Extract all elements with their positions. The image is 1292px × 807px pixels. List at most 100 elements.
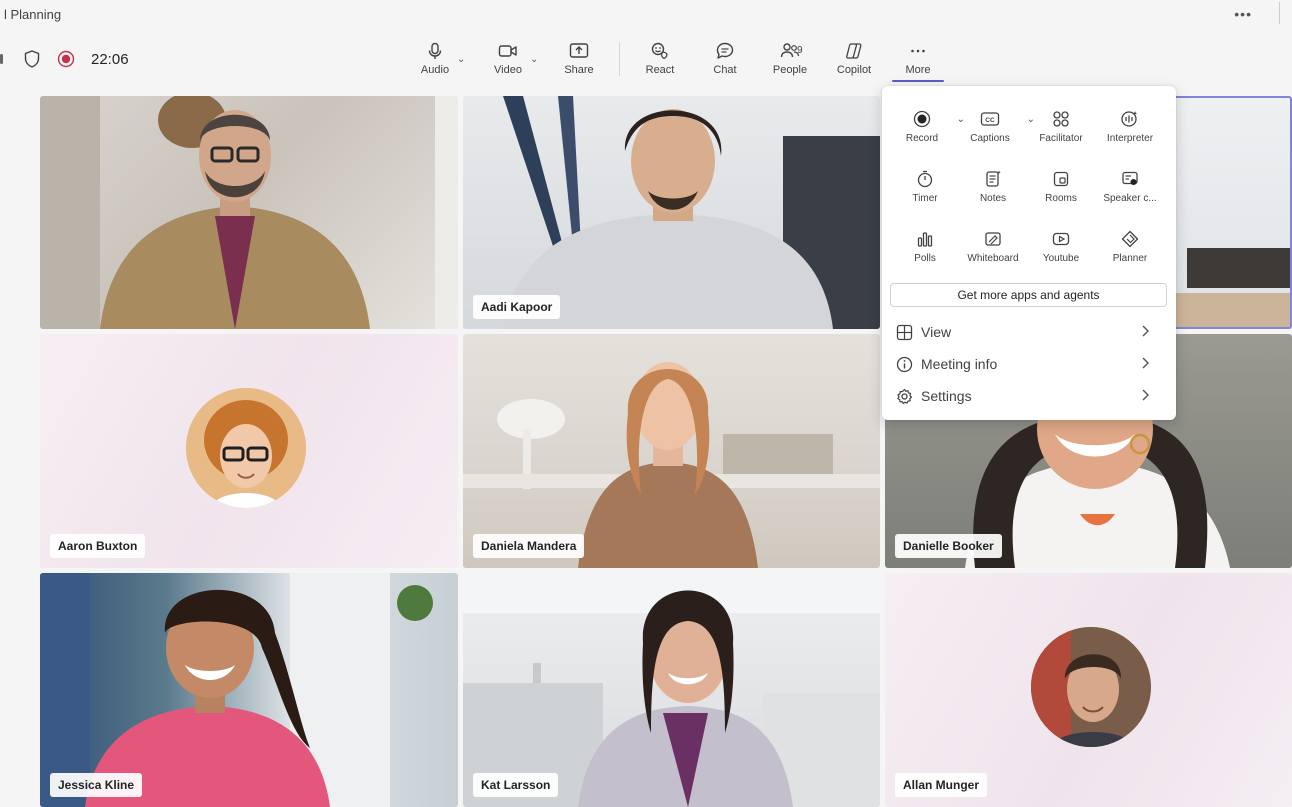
participant-name: Kat Larsson	[473, 773, 559, 797]
meeting-info-label: Meeting info	[921, 356, 998, 372]
shield-icon[interactable]	[21, 48, 43, 70]
youtube-icon	[1052, 232, 1070, 246]
video-button[interactable]: Video	[491, 42, 525, 82]
captions-menu-item[interactable]: CC Captions ⌄	[955, 110, 1035, 156]
audio-label: Audio	[420, 64, 450, 76]
whiteboard-menu-item[interactable]: Whiteboard	[958, 230, 1028, 276]
youtube-menu-item[interactable]: Youtube	[1026, 230, 1096, 276]
settings-menu-item[interactable]: Settings	[896, 383, 1162, 409]
title-bar: l Planning •••	[0, 0, 1292, 28]
audio-options-chevron-icon[interactable]: ⌄	[457, 42, 469, 82]
participant-name: Aadi Kapoor	[473, 295, 561, 319]
copilot-button[interactable]: Copilot	[835, 42, 873, 82]
planner-label: Planner	[1112, 253, 1148, 264]
participant-avatar	[1031, 627, 1151, 747]
whiteboard-label: Whiteboard	[967, 253, 1019, 264]
video-tile[interactable]	[40, 96, 458, 329]
polls-icon	[917, 232, 933, 247]
participant-name: Aaron Buxton	[50, 534, 146, 558]
polls-label: Polls	[914, 253, 936, 264]
whiteboard-icon	[985, 232, 1001, 246]
video-tile[interactable]: Daniela Mandera	[463, 334, 880, 568]
youtube-label: Youtube	[1042, 253, 1080, 264]
participant-name: Daniela Mandera	[473, 534, 585, 558]
rooms-label: Rooms	[1045, 193, 1077, 204]
chat-button[interactable]: Chat	[708, 42, 742, 82]
notes-icon	[986, 170, 1001, 187]
info-icon	[896, 356, 913, 372]
record-label: Record	[905, 133, 939, 144]
meeting-toolbar: 22:06 Audio ⌄ Video ⌄ Share React Chat P…	[0, 28, 1292, 90]
notes-menu-item[interactable]: Notes	[958, 170, 1028, 216]
window-options-icon[interactable]: •••	[1234, 6, 1252, 22]
view-menu-item[interactable]: View	[896, 319, 1162, 345]
people-button[interactable]: People 9	[772, 42, 808, 82]
notes-label: Notes	[979, 193, 1007, 204]
participant-name: Danielle Booker	[895, 534, 1002, 558]
timer-menu-item[interactable]: Timer	[890, 170, 960, 216]
meeting-status: 22:06	[0, 28, 129, 90]
video-tile[interactable]: Allan Munger	[885, 573, 1292, 807]
more-ellipsis-icon	[911, 49, 925, 53]
grid-view-icon	[896, 324, 913, 340]
meeting-timer: 22:06	[91, 50, 129, 68]
rooms-menu-item[interactable]: Rooms	[1026, 170, 1096, 216]
react-label: React	[645, 64, 675, 76]
chevron-right-icon	[1142, 325, 1149, 337]
camera-icon	[498, 45, 517, 57]
participant-name: Jessica Kline	[50, 773, 143, 797]
share-button[interactable]: Share	[562, 42, 596, 82]
timer-label: Timer	[912, 193, 938, 204]
participant-video	[463, 573, 880, 807]
react-button[interactable]: React	[642, 42, 678, 82]
facilitator-menu-item[interactable]: Facilitator	[1026, 110, 1096, 156]
more-label: More	[905, 64, 931, 76]
copilot-label: Copilot	[836, 64, 872, 76]
speaker-coach-label: Speaker c...	[1103, 193, 1157, 204]
planner-menu-item[interactable]: Planner	[1095, 230, 1165, 276]
settings-label: Settings	[921, 388, 972, 404]
facilitator-label: Facilitator	[1039, 133, 1083, 144]
view-label: View	[921, 324, 952, 340]
interpreter-menu-item[interactable]: Interpreter	[1095, 110, 1165, 156]
facilitator-icon	[1053, 111, 1069, 127]
polls-menu-item[interactable]: Polls	[890, 230, 960, 276]
get-more-apps-button[interactable]: Get more apps and agents	[890, 283, 1167, 307]
video-tile[interactable]: Kat Larsson	[463, 573, 880, 807]
gear-icon	[897, 388, 913, 404]
copilot-icon	[846, 43, 862, 59]
chevron-right-icon	[1142, 389, 1149, 401]
meeting-title: l Planning	[4, 6, 62, 22]
captions-icon: CC	[980, 112, 1000, 126]
recording-indicator-icon[interactable]	[55, 48, 77, 70]
meeting-info-menu-item[interactable]: Meeting info	[896, 351, 1162, 377]
people-count: 9	[797, 45, 803, 56]
collapse-handle[interactable]	[0, 54, 3, 64]
svg-text:CC: CC	[985, 117, 995, 124]
react-icon	[651, 42, 668, 60]
participant-video	[40, 573, 433, 807]
rooms-icon	[1053, 171, 1069, 187]
participant-video	[40, 96, 458, 329]
toolbar-divider	[619, 42, 620, 76]
captions-label: Captions	[970, 133, 1010, 144]
video-tile[interactable]: Aadi Kapoor	[463, 96, 880, 329]
more-menu: Record ⌄ CC Captions ⌄ Facilitator Inter…	[882, 86, 1176, 420]
record-icon	[913, 110, 931, 128]
interpreter-label: Interpreter	[1106, 133, 1154, 144]
record-menu-item[interactable]: Record ⌄	[887, 110, 965, 156]
video-label: Video	[494, 64, 522, 76]
chevron-right-icon	[1142, 357, 1149, 369]
speaker-coach-menu-item[interactable]: Speaker c...	[1095, 170, 1165, 216]
microphone-icon	[428, 42, 442, 59]
participant-name: Allan Munger	[895, 773, 988, 797]
planner-icon	[1121, 230, 1139, 248]
chat-icon	[716, 42, 734, 59]
share-label: Share	[564, 64, 594, 76]
more-button[interactable]: More	[901, 42, 935, 82]
video-tile[interactable]: Jessica Kline	[40, 573, 458, 807]
video-options-chevron-icon[interactable]: ⌄	[530, 42, 542, 82]
video-tile[interactable]: Aaron Buxton	[40, 334, 458, 568]
audio-button[interactable]: Audio	[418, 42, 452, 82]
timer-icon	[917, 170, 933, 188]
